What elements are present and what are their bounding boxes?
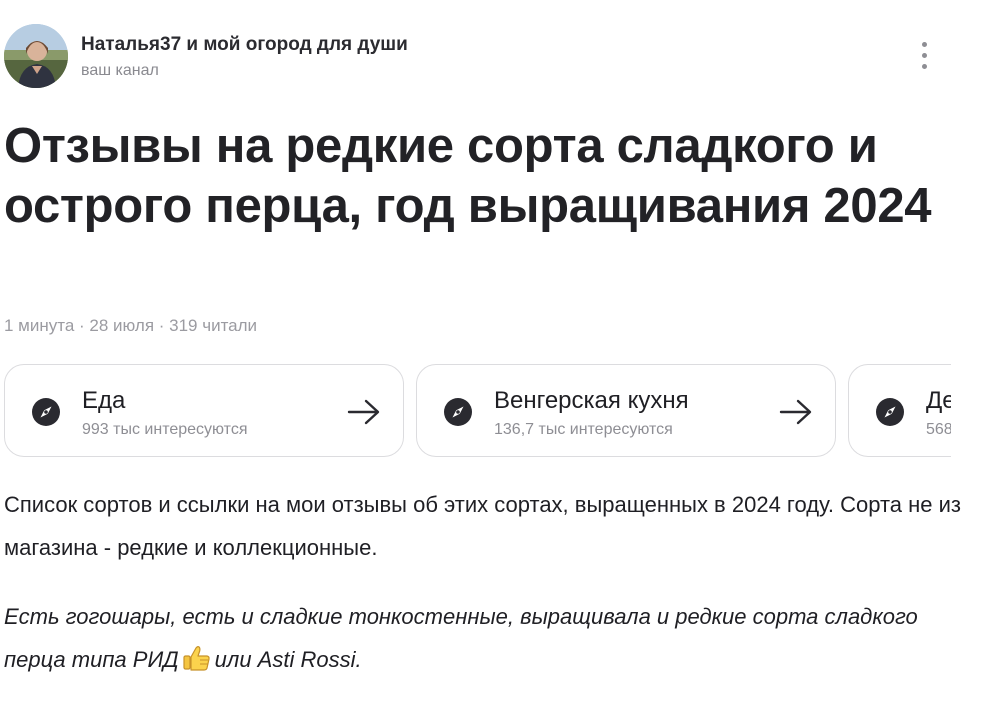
- channel-header: Наталья37 и мой огород для души ваш кана…: [4, 24, 964, 90]
- topic-chips: Еда 993 тыс интересуются Венгерская кухн…: [4, 364, 951, 460]
- arrow-right-icon: [779, 399, 812, 425]
- channel-name[interactable]: Наталья37 и мой огород для души: [81, 34, 408, 56]
- arrow-right-icon: [347, 399, 380, 425]
- avatar-photo: [4, 24, 68, 88]
- channel-subtitle: ваш канал: [81, 62, 159, 79]
- topic-chip-food[interactable]: Еда 993 тыс интересуются: [4, 364, 404, 457]
- article-paragraph-italic: Есть гогошары, есть и сладкие тонкостенн…: [4, 595, 964, 681]
- more-vertical-icon-dot: [922, 53, 927, 58]
- topic-chip-partial[interactable]: Де 568: [848, 364, 951, 457]
- chip-count: 568: [926, 421, 951, 438]
- channel-avatar[interactable]: [4, 24, 68, 88]
- chip-title: Де: [926, 387, 951, 414]
- more-vertical-icon-dot: [922, 64, 927, 69]
- compass-icon: [32, 398, 60, 426]
- paragraph-text: Есть гогошары, есть и сладкие тонкостенн…: [4, 604, 918, 672]
- paragraph-text: или Asti Rossi.: [214, 647, 362, 672]
- more-vertical-icon: [922, 42, 927, 47]
- chip-title: Еда: [82, 387, 126, 414]
- compass-icon: [444, 398, 472, 426]
- article-title: Отзывы на редкие сорта сладкого и острог…: [4, 119, 932, 233]
- topic-chip-hungarian-cuisine[interactable]: Венгерская кухня 136,7 тыс интересуются: [416, 364, 836, 457]
- chip-count: 136,7 тыс интересуются: [494, 421, 673, 438]
- more-options-button[interactable]: [910, 38, 938, 74]
- compass-icon: [876, 398, 904, 426]
- chip-title: Венгерская кухня: [494, 387, 689, 414]
- chip-count: 993 тыс интересуются: [82, 421, 248, 438]
- thumbs-up-icon: [183, 646, 210, 671]
- article-paragraph: Список сортов и ссылки на мои отзывы об …: [4, 492, 961, 560]
- article-meta: 1 минута · 28 июля · 319 читали: [4, 316, 258, 335]
